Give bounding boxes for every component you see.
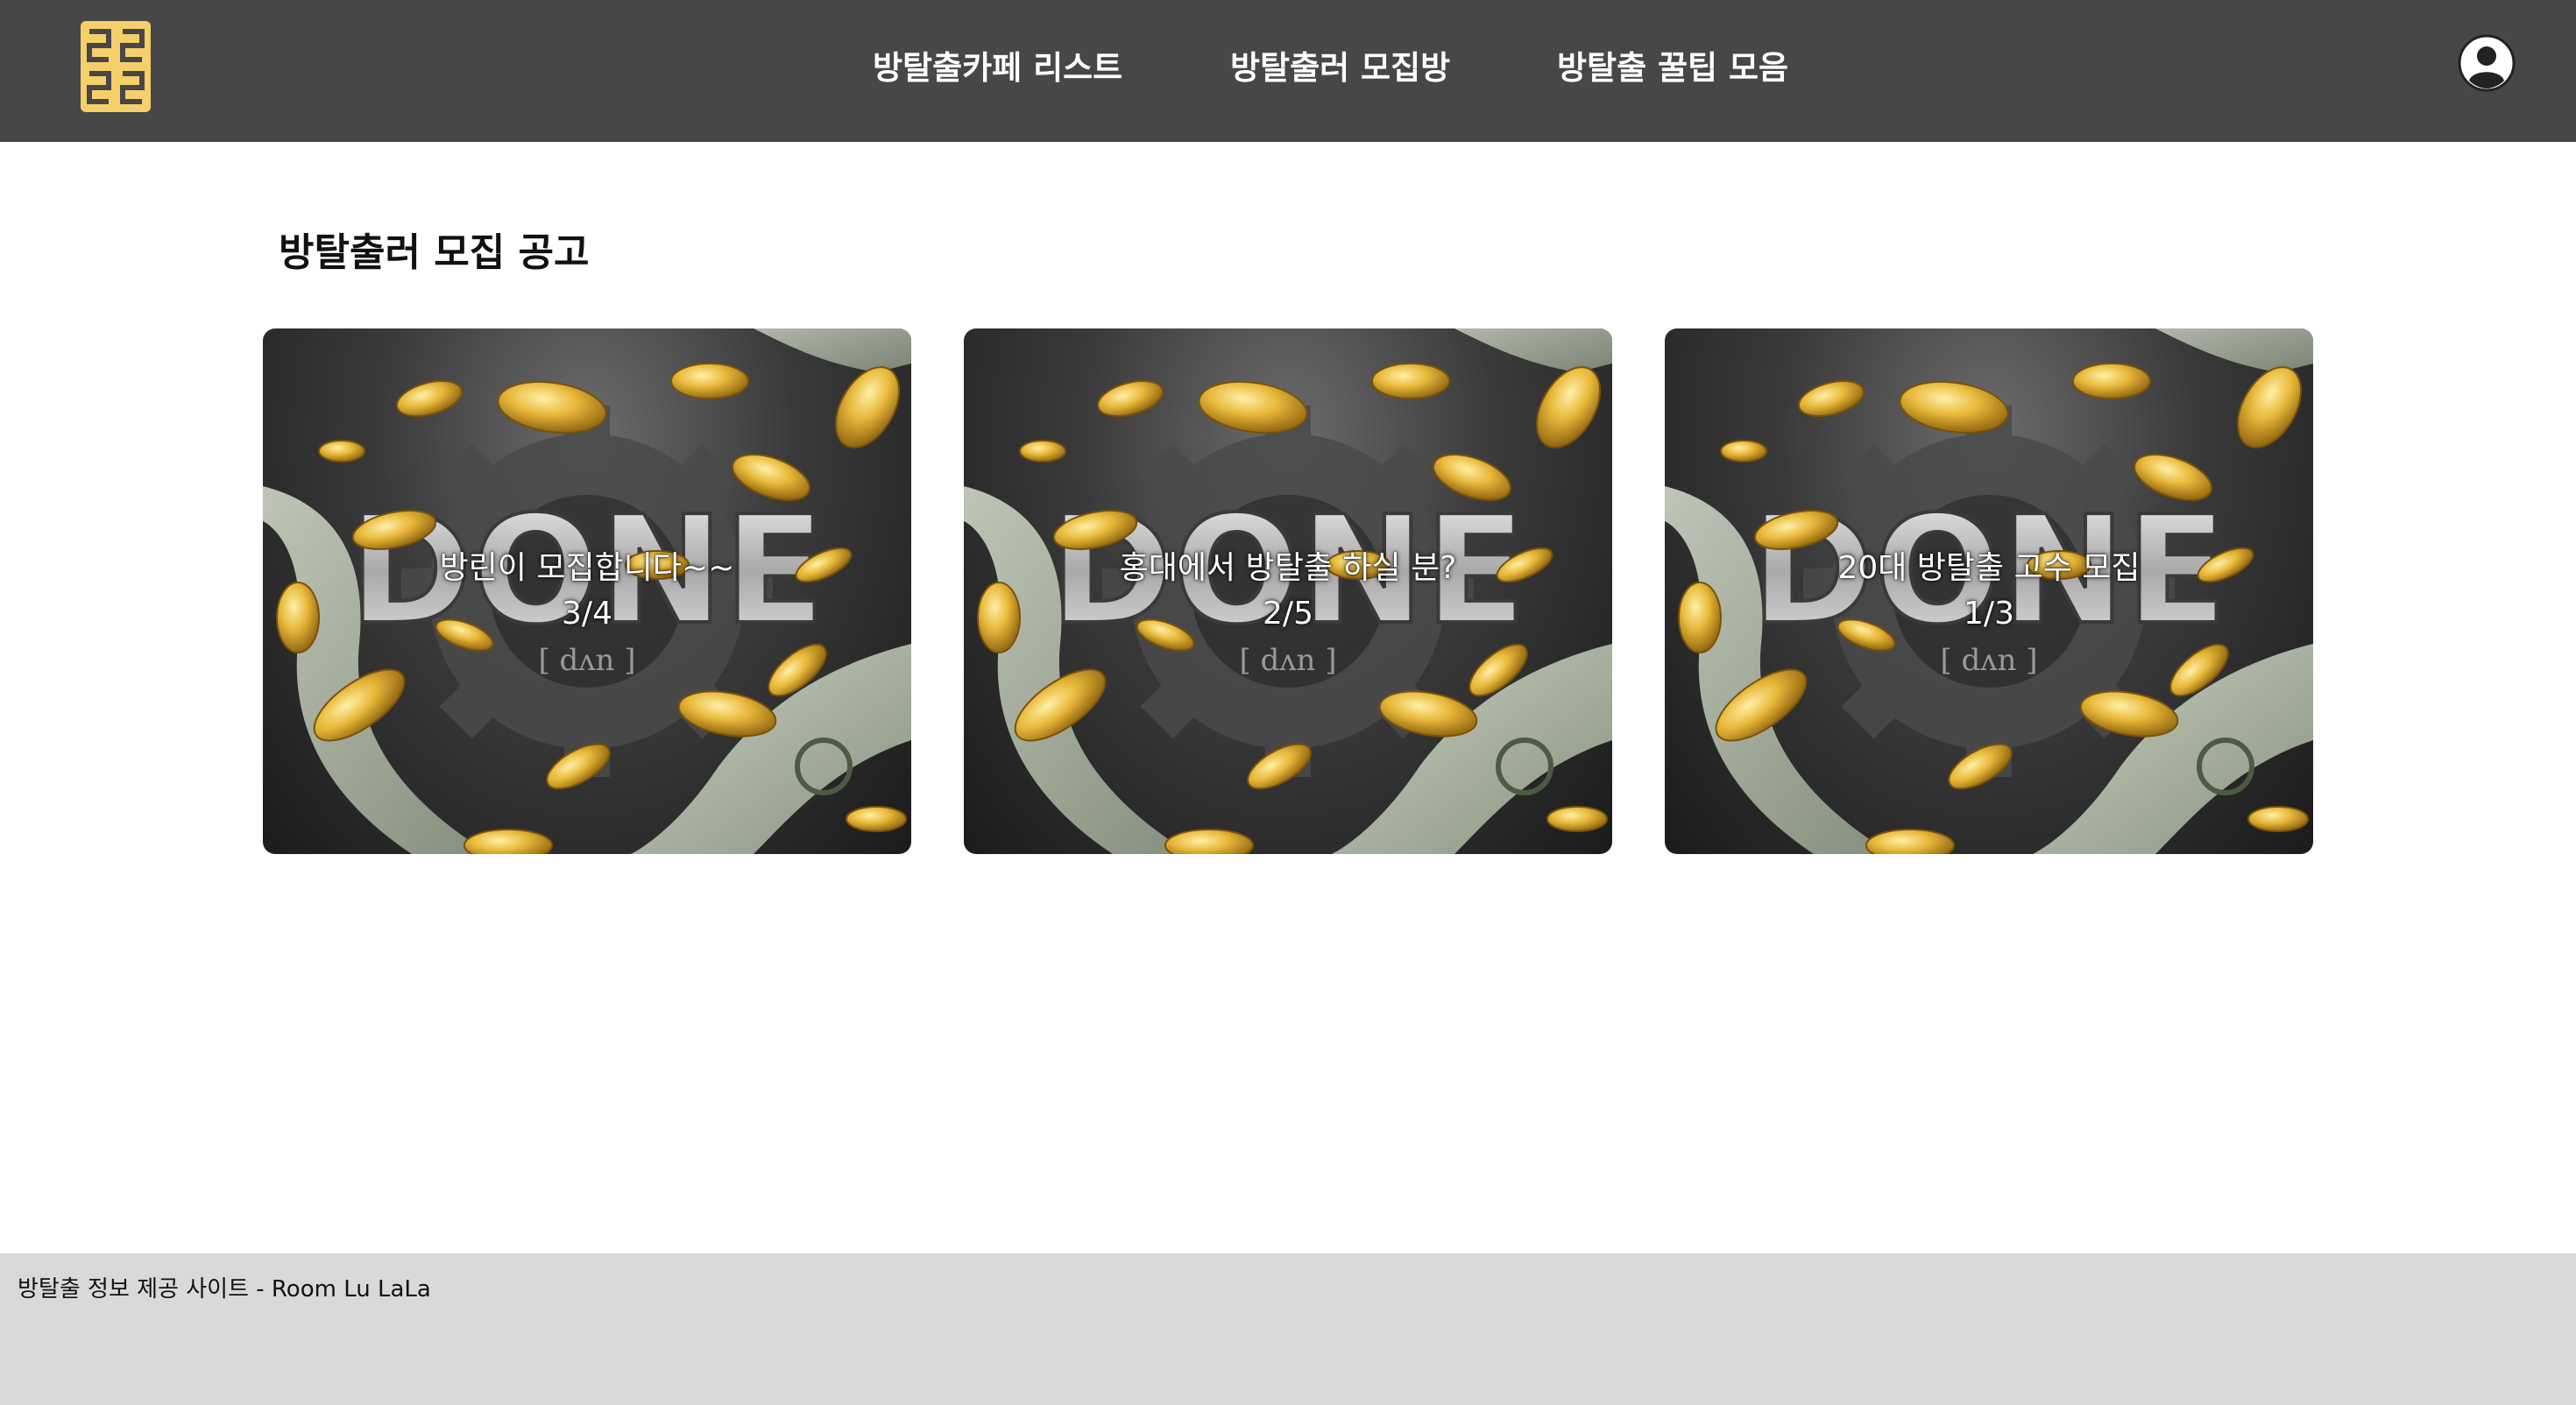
card-title: 방린이 모집합니다~~ [439, 550, 735, 586]
recruit-card[interactable]: 20대 방탈출 고수 모집 1/3 [1665, 328, 2313, 854]
card-caption: 20대 방탈출 고수 모집 1/3 [1665, 546, 2313, 637]
footer-text: 방탈출 정보 제공 사이트 - Room Lu LaLa [18, 1276, 431, 1303]
card-count: 3/4 [562, 596, 612, 632]
card-caption: 방린이 모집합니다~~ 3/4 [263, 546, 911, 637]
card-title: 20대 방탈출 고수 모집 [1837, 550, 2141, 586]
card-count: 1/3 [1964, 596, 2014, 632]
page-title: 방탈출러 모집 공고 [279, 230, 590, 275]
user-circle-icon[interactable] [2457, 33, 2516, 93]
top-navigation-bar: 방탈출카페 리스트 방탈출러 모집방 방탈출 꿀팁 모음 [0, 0, 2576, 142]
card-title: 홍대에서 방탈출 하실 분? [1119, 550, 1457, 586]
card-count: 2/5 [1263, 596, 1313, 632]
recruit-card[interactable]: 방린이 모집합니다~~ 3/4 [263, 328, 911, 854]
footer: 방탈출 정보 제공 사이트 - Room Lu LaLa [0, 1253, 2576, 1405]
card-caption: 홍대에서 방탈출 하실 분? 2/5 [964, 546, 1612, 637]
nav-recruit-room[interactable]: 방탈출러 모집방 [1230, 44, 1450, 93]
nav-tips[interactable]: 방탈출 꿀팁 모음 [1557, 44, 1788, 93]
recruit-card[interactable]: 홍대에서 방탈출 하실 분? 2/5 [964, 328, 1612, 854]
main-nav: 방탈출카페 리스트 방탈출러 모집방 방탈출 꿀팁 모음 [0, 0, 2576, 142]
nav-escape-cafe-list[interactable]: 방탈출카페 리스트 [873, 44, 1122, 93]
